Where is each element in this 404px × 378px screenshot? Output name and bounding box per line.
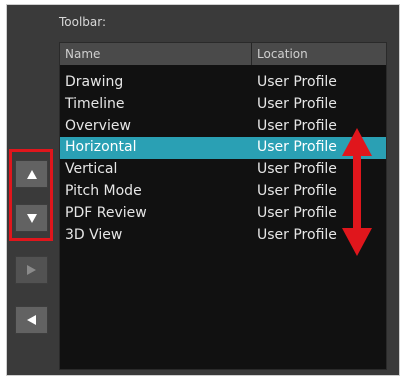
column-header-location[interactable]: Location bbox=[252, 43, 386, 65]
row-name: Horizontal bbox=[65, 139, 137, 156]
annotation-highlight-box bbox=[9, 149, 53, 241]
row-name: PDF Review bbox=[65, 204, 147, 221]
remove-from-toolbar-button[interactable] bbox=[15, 306, 48, 334]
triangle-left-icon bbox=[27, 315, 36, 325]
list-row[interactable]: Pitch Mode User Profile bbox=[60, 181, 386, 203]
row-name: Drawing bbox=[65, 74, 124, 90]
column-header-name[interactable]: Name bbox=[60, 43, 252, 65]
toolbar-list[interactable]: Name Location Drawing User Profile Timel… bbox=[59, 42, 387, 370]
row-location: User Profile bbox=[257, 139, 337, 156]
row-name: Timeline bbox=[65, 95, 125, 112]
list-row[interactable]: PDF Review User Profile bbox=[60, 203, 386, 225]
list-rows: Drawing User Profile Timeline User Profi… bbox=[60, 72, 386, 246]
row-location: User Profile bbox=[257, 182, 337, 199]
row-location: User Profile bbox=[257, 204, 337, 221]
add-to-toolbar-button[interactable] bbox=[15, 256, 48, 284]
list-row-selected[interactable]: Horizontal User Profile bbox=[60, 137, 386, 160]
row-name: Pitch Mode bbox=[65, 182, 142, 199]
row-location: User Profile bbox=[257, 161, 337, 178]
list-header: Name Location bbox=[60, 43, 386, 65]
row-location: User Profile bbox=[257, 74, 337, 90]
toolbar-label: Toolbar: bbox=[59, 15, 107, 29]
list-row[interactable]: Drawing User Profile bbox=[60, 72, 386, 94]
row-location: User Profile bbox=[257, 226, 337, 243]
row-location: User Profile bbox=[257, 95, 337, 112]
list-row[interactable]: Overview User Profile bbox=[60, 116, 386, 138]
row-name: Vertical bbox=[65, 161, 118, 178]
row-name: 3D View bbox=[65, 226, 123, 243]
double-arrow-icon bbox=[342, 128, 372, 256]
list-row[interactable]: Vertical User Profile bbox=[60, 159, 386, 181]
triangle-right-icon bbox=[27, 265, 36, 275]
row-location: User Profile bbox=[257, 117, 337, 134]
list-row[interactable]: Timeline User Profile bbox=[60, 94, 386, 116]
row-name: Overview bbox=[65, 117, 131, 134]
list-row[interactable]: 3D View User Profile bbox=[60, 225, 386, 247]
